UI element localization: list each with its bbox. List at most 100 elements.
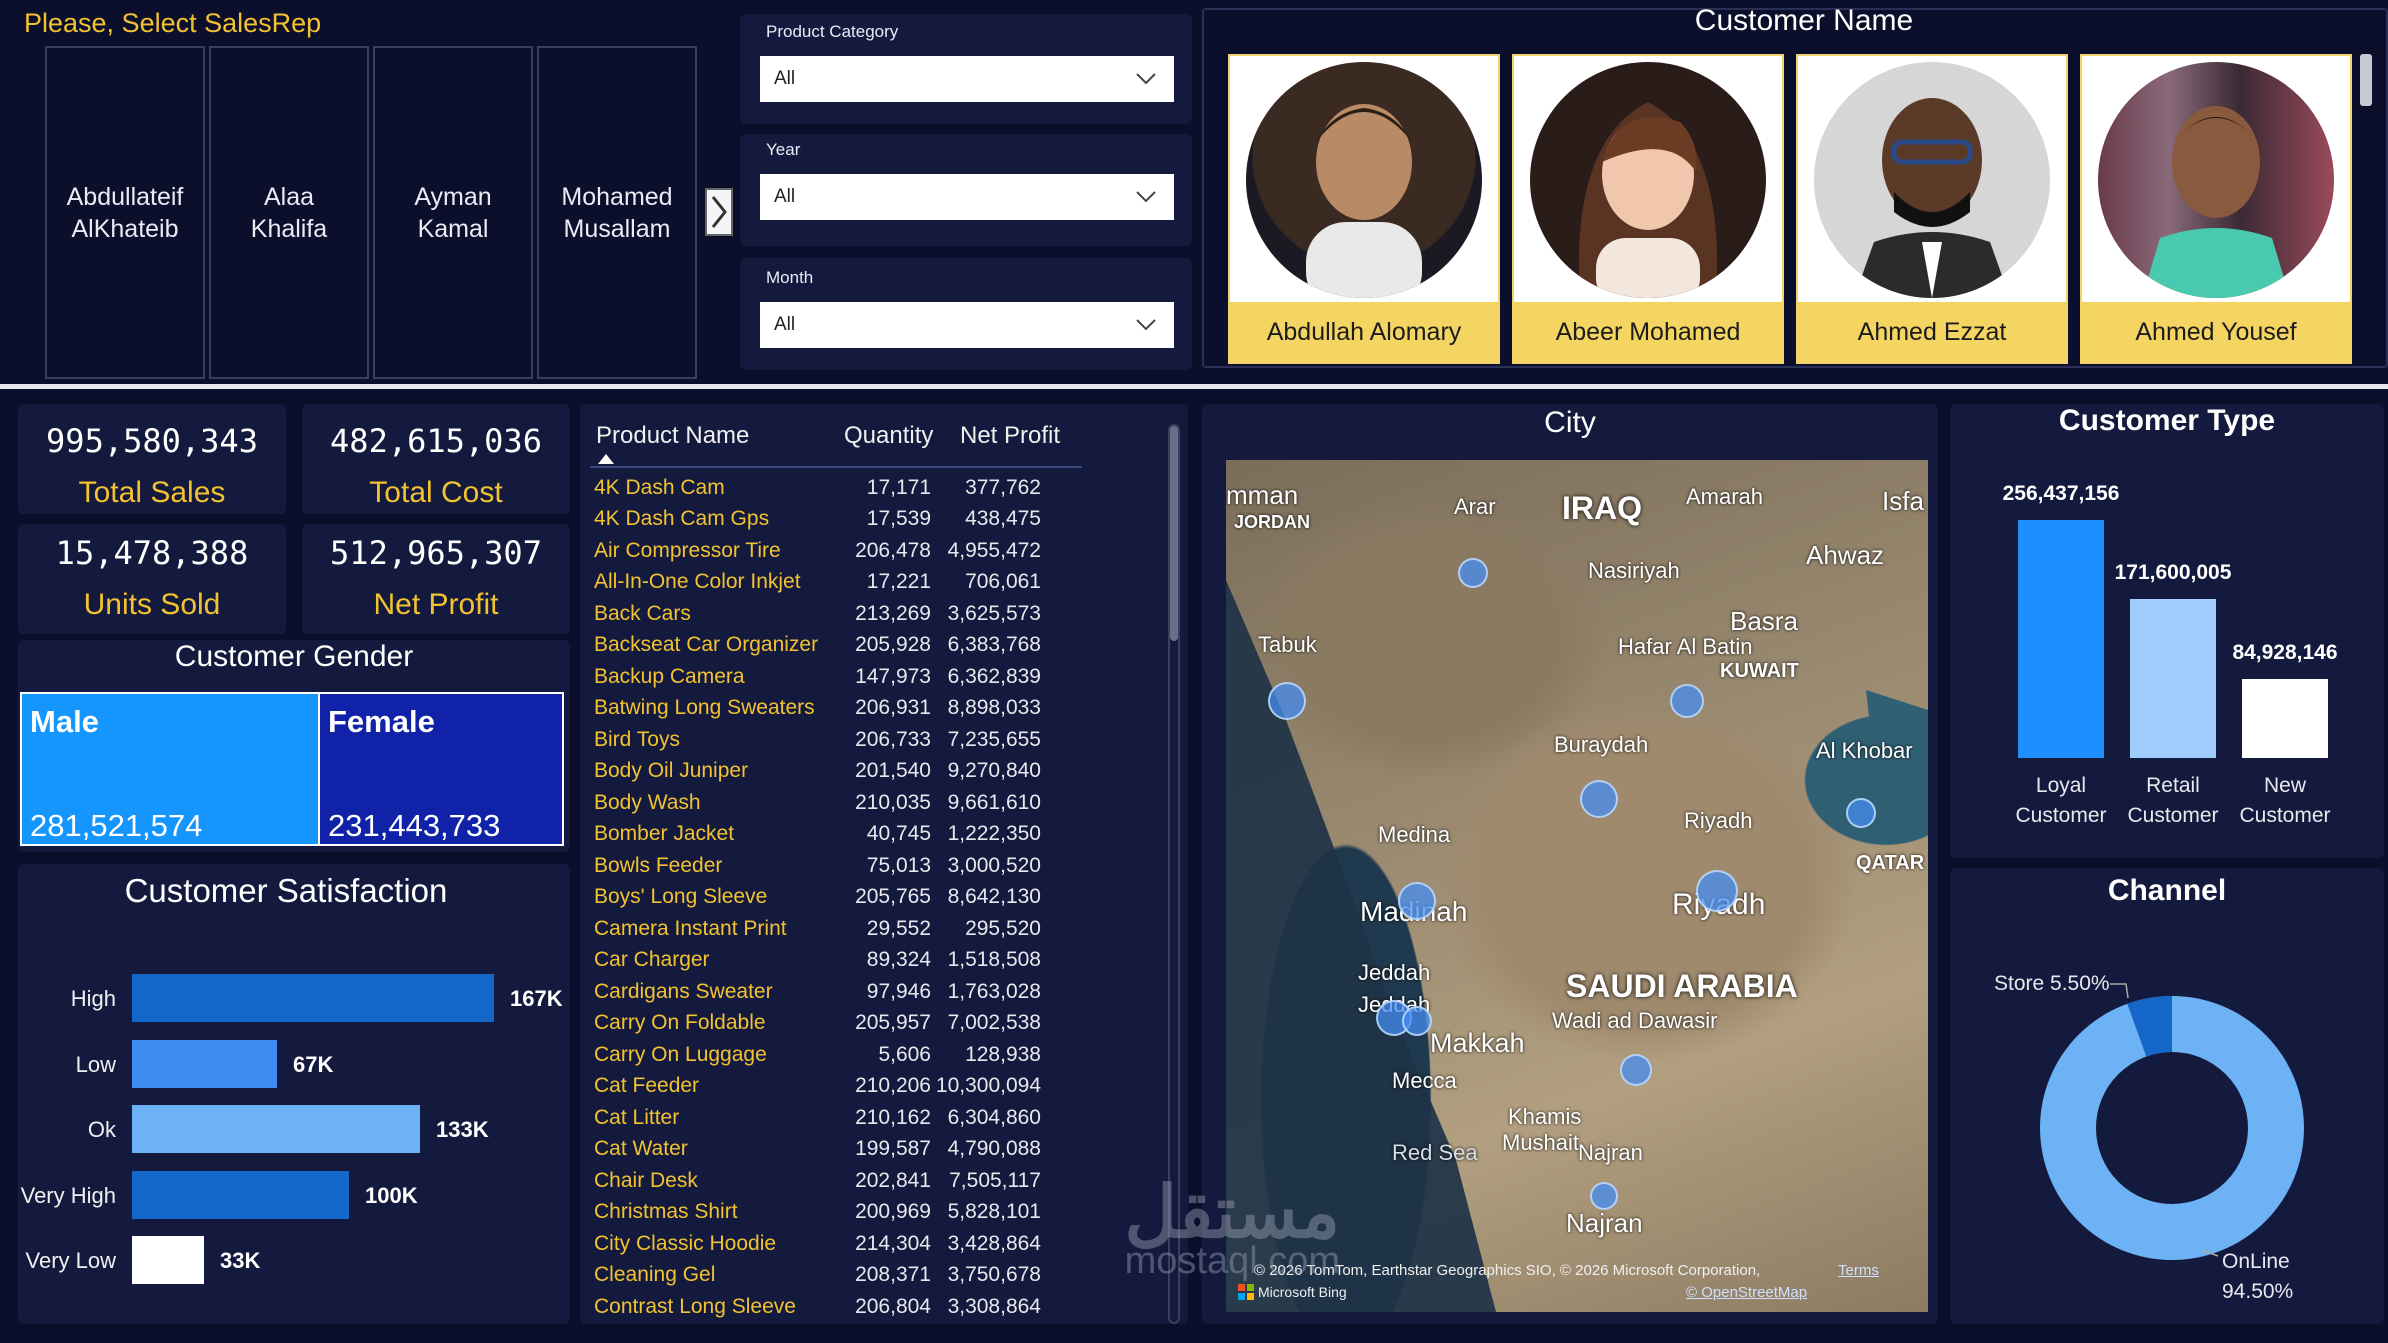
map-label: Najran xyxy=(1566,1208,1643,1238)
channel-panel: Channel Store 5.50% OnLine 94.50% xyxy=(1950,868,2384,1324)
map-label: IRAQ xyxy=(1562,490,1642,526)
table-row[interactable]: 4K Dash Cam Gps 17,539 438,475 xyxy=(594,504,1094,536)
salesrep-button[interactable]: Alaa Khalifa xyxy=(209,46,369,379)
table-row[interactable]: 4K Dash Cam 17,171 377,762 xyxy=(594,472,1094,504)
city-bubble[interactable] xyxy=(1620,1054,1652,1086)
column-header-net-profit[interactable]: Net Profit xyxy=(960,422,1060,450)
quantity-cell: 202,841 xyxy=(855,1168,931,1192)
table-row[interactable]: Cat Feeder 210,206 10,300,094 xyxy=(594,1071,1094,1103)
city-map-title: City xyxy=(1544,406,1596,439)
scrollbar[interactable] xyxy=(2360,54,2372,106)
table-row[interactable]: Body Oil Juniper 201,540 9,270,840 xyxy=(594,756,1094,788)
city-bubble[interactable] xyxy=(1670,684,1704,718)
table-row[interactable]: Bird Toys 206,733 7,235,655 xyxy=(594,724,1094,756)
kpi-total-sales: 995,580,343 Total Sales xyxy=(18,404,286,514)
month-dropdown[interactable]: All xyxy=(760,302,1174,348)
next-page-button[interactable] xyxy=(705,188,733,236)
satisfaction-bar[interactable] xyxy=(132,1170,349,1219)
product-name-cell: Backseat Car Organizer xyxy=(594,633,819,657)
customer-card[interactable]: Ahmed Ezzat xyxy=(1796,54,2068,364)
kpi-label: Total Cost xyxy=(369,476,503,509)
product-category-dropdown[interactable]: All xyxy=(760,56,1174,102)
net-profit-cell: 3,428,864 xyxy=(947,1231,1041,1255)
product-name-cell: Car Charger xyxy=(594,948,710,972)
city-bubble[interactable] xyxy=(1846,798,1876,828)
table-row[interactable]: Camera Instant Print 29,552 295,520 xyxy=(594,913,1094,945)
quantity-cell: 214,304 xyxy=(855,1231,931,1255)
map-label: Mushait xyxy=(1502,1130,1580,1155)
avatar xyxy=(1530,62,1766,298)
table-row[interactable]: Chair Desk 202,841 7,505,117 xyxy=(594,1165,1094,1197)
table-row[interactable]: Cardigans Sweater 97,946 1,763,028 xyxy=(594,976,1094,1008)
map-osm-link[interactable]: © OpenStreetMap xyxy=(1686,1284,1807,1301)
table-row[interactable]: Boys' Long Sleeve 205,765 8,642,130 xyxy=(594,882,1094,914)
map-label: Hafar Al Batin xyxy=(1618,634,1753,659)
city-bubble[interactable] xyxy=(1590,1182,1618,1210)
bar-value-label: 256,437,156 xyxy=(2002,482,2120,505)
salesrep-button[interactable]: Ayman Kamal xyxy=(373,46,533,379)
net-profit-cell: 3,625,573 xyxy=(947,601,1041,625)
product-table-body: 4K Dash Cam 17,171 377,762 4K Dash Cam Gps 1… xyxy=(594,472,1094,1324)
city-bubble[interactable] xyxy=(1268,682,1306,720)
table-row[interactable]: Car Charger 89,324 1,518,508 xyxy=(594,945,1094,977)
city-bubble[interactable] xyxy=(1398,882,1436,920)
map-label: QATAR xyxy=(1856,852,1925,874)
customer-type-bar[interactable] xyxy=(2018,520,2104,758)
net-profit-cell: 7,505,117 xyxy=(949,1168,1041,1192)
table-row[interactable]: Back Cars 213,269 3,625,573 xyxy=(594,598,1094,630)
table-row[interactable]: Cat Water 199,587 4,790,088 xyxy=(594,1134,1094,1166)
customer-type-bar[interactable] xyxy=(2242,679,2328,758)
year-dropdown[interactable]: All xyxy=(760,174,1174,220)
sort-ascending-icon xyxy=(598,454,614,464)
quantity-cell: 206,478 xyxy=(855,538,931,562)
customer-type-bar[interactable] xyxy=(2130,599,2216,758)
map-label: Buraydah xyxy=(1554,732,1649,757)
satisfaction-bar[interactable] xyxy=(132,1105,420,1153)
customer-card[interactable]: Abeer Mohamed xyxy=(1512,54,1784,364)
bar-value-label: 133K xyxy=(436,1117,489,1142)
product-name-cell: Cleaning Gel xyxy=(594,1263,716,1287)
satisfaction-bar[interactable] xyxy=(132,1039,277,1088)
leader-line xyxy=(2110,983,2219,1257)
dropdown-value: All xyxy=(774,186,796,207)
table-row[interactable]: Backseat Car Organizer 205,928 6,383,768 xyxy=(594,630,1094,662)
table-row[interactable]: Carry On Luggage 5,606 128,938 xyxy=(594,1039,1094,1071)
satisfaction-bar[interactable] xyxy=(132,974,494,1022)
net-profit-cell: 7,002,538 xyxy=(947,1011,1041,1035)
city-bubble[interactable] xyxy=(1458,558,1488,588)
customer-name: Abdullah Alomary xyxy=(1230,302,1498,362)
quantity-cell: 210,206 xyxy=(855,1074,931,1098)
table-row[interactable]: City Classic Hoodie 214,304 3,428,864 xyxy=(594,1228,1094,1260)
table-row[interactable]: Backup Camera 147,973 6,362,839 xyxy=(594,661,1094,693)
column-header-quantity[interactable]: Quantity xyxy=(844,422,933,450)
customer-card[interactable]: Abdullah Alomary xyxy=(1228,54,1500,364)
city-bubble[interactable] xyxy=(1580,780,1618,818)
city-bubble[interactable] xyxy=(1696,870,1738,912)
table-row[interactable]: Body Wash 210,035 9,661,610 xyxy=(594,787,1094,819)
scrollbar-thumb[interactable] xyxy=(1170,426,1178,641)
table-row[interactable]: Carry On Foldable 205,957 7,002,538 xyxy=(594,1008,1094,1040)
table-row[interactable]: Bomber Jacket 40,745 1,222,350 xyxy=(594,819,1094,851)
satisfaction-bar[interactable] xyxy=(132,1236,204,1284)
table-row[interactable]: Batwing Long Sweaters 206,931 8,898,033 xyxy=(594,693,1094,725)
male-tile[interactable]: Male 281,521,574 xyxy=(22,694,318,844)
city-bubble[interactable] xyxy=(1402,1006,1432,1036)
table-row[interactable]: Cat Litter 210,162 6,304,860 xyxy=(594,1102,1094,1134)
product-name-cell: Cardigans Sweater xyxy=(594,979,773,1003)
customer-card[interactable]: Ahmed Yousef xyxy=(2080,54,2352,364)
table-row[interactable]: All-In-One Color Inkjet 17,221 706,061 xyxy=(594,567,1094,599)
table-row[interactable]: Contrast Long Sleeve 206,804 3,308,864 xyxy=(594,1291,1094,1323)
table-row[interactable]: Bowls Feeder 75,013 3,000,520 xyxy=(594,850,1094,882)
male-label: Male xyxy=(30,704,99,739)
map-label: Ahwaz xyxy=(1806,540,1885,570)
net-profit-cell: 7,235,655 xyxy=(947,727,1041,751)
table-row[interactable]: Air Compressor Tire 206,478 4,955,472 xyxy=(594,535,1094,567)
salesrep-button[interactable]: Abdullateif AlKhateib xyxy=(45,46,205,379)
map-label: Tabuk xyxy=(1258,632,1317,657)
map-terms-link[interactable]: Terms xyxy=(1838,1262,1879,1279)
column-header-product-name[interactable]: Product Name xyxy=(596,422,749,450)
female-tile[interactable]: Female 231,443,733 xyxy=(318,694,562,844)
table-row[interactable]: Cleaning Gel 208,371 3,750,678 xyxy=(594,1260,1094,1292)
table-row[interactable]: Christmas Shirt 200,969 5,828,101 xyxy=(594,1197,1094,1229)
salesrep-button[interactable]: Mohamed Musallam xyxy=(537,46,697,379)
